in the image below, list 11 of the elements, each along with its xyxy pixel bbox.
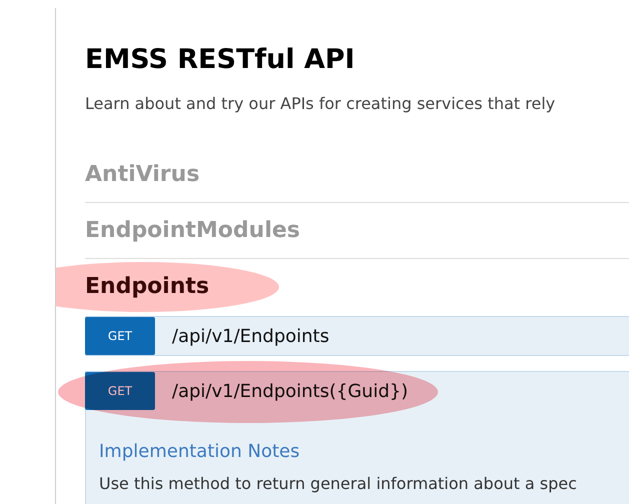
method-badge[interactable]: GET (85, 372, 155, 410)
section-heading[interactable]: EndpointModules (85, 218, 300, 243)
page-title: EMSS RESTful API (85, 43, 356, 77)
notes-text: Use this method to return general information about a spec (99, 473, 578, 495)
section-heading[interactable]: AntiVirus (85, 162, 200, 186)
endpoint-path[interactable]: /api/v1/Endpoints({Guid}) (172, 380, 408, 402)
section-heading[interactable]: Endpoints (85, 274, 210, 299)
page-description: Learn about and try our APIs for creating services that rely (85, 94, 556, 114)
endpoint-path[interactable]: /api/v1/Endpoints (172, 326, 330, 346)
notes-heading: Implementation Notes (99, 440, 301, 464)
method-badge[interactable]: GET (85, 317, 155, 355)
